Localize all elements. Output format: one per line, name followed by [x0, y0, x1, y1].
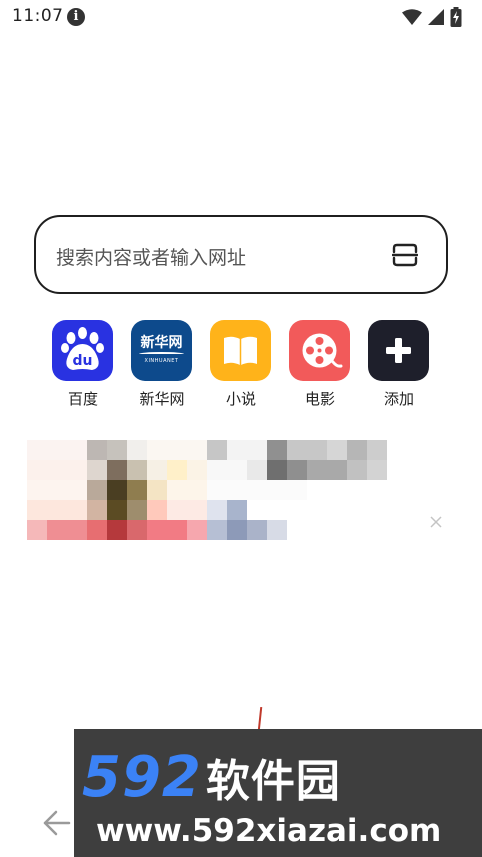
info-icon: i — [67, 8, 85, 26]
quick-link-add[interactable]: 添加 — [359, 320, 439, 410]
watermark-number: 592 — [82, 745, 202, 810]
search-box[interactable]: 搜索内容或者输入网址 — [34, 215, 448, 294]
scan-icon[interactable] — [392, 243, 418, 267]
plus-icon — [368, 320, 429, 381]
quick-link-xinhuanet[interactable]: 新华网 XINHUANET 新华网 — [122, 320, 202, 410]
book-icon — [210, 320, 271, 381]
close-icon[interactable] — [428, 514, 444, 530]
back-arrow-icon[interactable] — [42, 808, 72, 838]
quick-link-label: 百度 — [67, 390, 98, 408]
status-bar: 11:07 i — [0, 0, 482, 34]
blurred-content-card[interactable] — [27, 440, 407, 540]
watermark-name: 软件园 — [205, 756, 341, 807]
baidu-icon: du — [52, 320, 113, 381]
quick-link-label: 电影 — [304, 390, 335, 408]
status-time: 11:07 — [12, 6, 64, 26]
watermark-banner: 592软件园 www.592xiazai.com — [74, 729, 482, 857]
status-icons — [402, 7, 462, 27]
watermark-url: www.592xiazai.com — [96, 813, 442, 849]
quick-link-novel[interactable]: 小说 — [201, 320, 281, 410]
red-mark — [257, 706, 263, 732]
quick-link-movie[interactable]: 电影 — [280, 320, 360, 410]
xinhuanet-logo-underline — [139, 352, 184, 356]
svg-text:du: du — [73, 353, 93, 369]
wifi-icon — [402, 9, 422, 25]
watermark-title: 592软件园 — [82, 745, 341, 810]
quick-links: du 百度 新华网 XINHUANET 新华网 小说 电影 添加 — [43, 320, 443, 410]
cellular-signal-icon — [428, 9, 444, 25]
film-reel-icon — [289, 320, 350, 381]
xinhuanet-icon: 新华网 XINHUANET — [131, 320, 192, 381]
quick-link-baidu[interactable]: du 百度 — [43, 320, 123, 410]
search-input[interactable]: 搜索内容或者输入网址 — [56, 243, 246, 270]
battery-charging-icon — [450, 7, 462, 27]
xinhuanet-logo-subtext: XINHUANET — [144, 358, 179, 364]
xinhuanet-logo-text: 新华网 — [140, 335, 183, 351]
quick-link-label: 小说 — [225, 390, 256, 408]
quick-link-label: 新华网 — [139, 390, 185, 408]
quick-link-label: 添加 — [383, 390, 414, 408]
